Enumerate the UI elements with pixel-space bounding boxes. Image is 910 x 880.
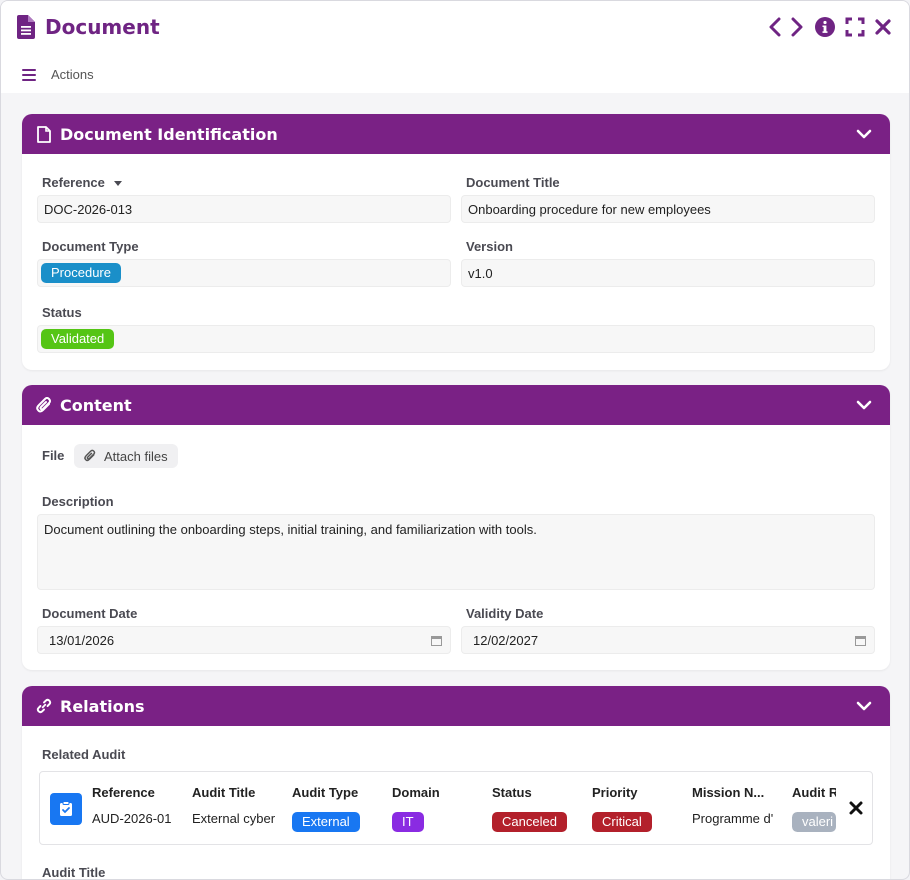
validity-date-label: Validity Date bbox=[466, 606, 544, 621]
info-icon bbox=[815, 17, 835, 37]
col-header-audit-title: Audit Title bbox=[192, 785, 256, 800]
document-date-label: Document Date bbox=[42, 606, 138, 621]
audit-response-badge: valeri bbox=[792, 812, 836, 832]
document-type-label: Document Type bbox=[42, 239, 139, 254]
file-icon bbox=[36, 125, 52, 143]
previous-button[interactable] bbox=[764, 15, 786, 39]
col-header-domain: Domain bbox=[392, 785, 440, 800]
page-title: Document bbox=[45, 15, 160, 39]
description-label: Description bbox=[42, 494, 114, 509]
identification-panel-header[interactable]: Document Identification bbox=[22, 114, 890, 154]
attach-files-button[interactable]: Attach files bbox=[74, 444, 178, 468]
info-button[interactable] bbox=[814, 15, 836, 39]
domain-badge: IT bbox=[392, 812, 424, 832]
link-icon bbox=[36, 697, 52, 715]
clipboard-check-icon bbox=[50, 793, 82, 825]
priority-badge: Critical bbox=[592, 812, 652, 832]
related-audit-label: Related Audit bbox=[42, 747, 126, 762]
status-label: Status bbox=[42, 305, 82, 320]
header: Document Actions bbox=[1, 1, 909, 93]
col-header-reference: Reference bbox=[92, 785, 155, 800]
content-panel: Content File Attach files Description Do… bbox=[22, 385, 890, 670]
col-header-status: Status bbox=[492, 785, 532, 800]
relations-panel-title: Relations bbox=[60, 696, 145, 716]
next-button[interactable] bbox=[786, 15, 808, 39]
document-title-label: Document Title bbox=[466, 175, 560, 190]
document-window: Document Actions Document Identification bbox=[0, 0, 910, 880]
reference-field[interactable]: DOC-2026-013 bbox=[37, 195, 451, 223]
chevron-right-icon bbox=[791, 17, 803, 37]
content-panel-header[interactable]: Content bbox=[22, 385, 890, 425]
chevron-down-icon[interactable] bbox=[856, 126, 872, 142]
col-header-priority: Priority bbox=[592, 785, 638, 800]
status-field[interactable]: Validated bbox=[37, 325, 875, 353]
version-field[interactable]: v1.0 bbox=[461, 259, 875, 287]
audit-reference-value: AUD-2026-01 bbox=[92, 811, 172, 826]
calendar-icon[interactable] bbox=[855, 635, 866, 646]
fullscreen-button[interactable] bbox=[844, 15, 866, 39]
validity-date-field[interactable]: 12/02/2027 bbox=[461, 626, 875, 654]
paperclip-icon bbox=[84, 449, 96, 462]
paperclip-icon bbox=[36, 396, 52, 414]
chevron-down-icon[interactable] bbox=[856, 397, 872, 413]
procedure-badge: Procedure bbox=[41, 263, 121, 283]
chevron-down-icon[interactable] bbox=[856, 698, 872, 714]
audit-title-value: External cyber bbox=[192, 811, 276, 826]
col-header-mission: Mission N... bbox=[692, 785, 765, 800]
description-field[interactable]: Document outlining the onboarding steps,… bbox=[37, 514, 875, 590]
related-audit-card[interactable]: Reference Audit Title Audit Type Domain … bbox=[39, 771, 873, 845]
actions-label[interactable]: Actions bbox=[51, 67, 94, 82]
mission-value: Programme d' bbox=[692, 811, 774, 826]
calendar-icon[interactable] bbox=[431, 635, 442, 646]
chevron-left-icon bbox=[769, 17, 781, 37]
document-icon bbox=[17, 15, 35, 39]
close-button[interactable] bbox=[872, 15, 894, 39]
status-badge: Canceled bbox=[492, 812, 567, 832]
validated-badge: Validated bbox=[41, 329, 115, 349]
content-panel-title: Content bbox=[60, 395, 132, 415]
remove-relation-icon[interactable] bbox=[848, 800, 864, 816]
actions-menu-button[interactable] bbox=[22, 69, 36, 81]
relations-panel-header[interactable]: Relations bbox=[22, 686, 890, 726]
relations-panel: Relations Related Audit Reference Audit … bbox=[22, 686, 890, 880]
col-header-audit-type: Audit Type bbox=[292, 785, 359, 800]
identification-panel: Document Identification Reference DOC-20… bbox=[22, 114, 890, 370]
audit-title-label: Audit Title bbox=[42, 865, 106, 880]
document-date-field[interactable]: 13/01/2026 bbox=[37, 626, 451, 654]
reference-label[interactable]: Reference bbox=[42, 175, 123, 190]
audit-type-badge: External bbox=[292, 812, 360, 832]
close-icon bbox=[875, 19, 891, 35]
audit-response-badge-wrap: valeri bbox=[792, 812, 836, 832]
file-label: File bbox=[42, 448, 65, 463]
identification-panel-title: Document Identification bbox=[60, 124, 278, 144]
version-label: Version bbox=[466, 239, 513, 254]
expand-icon bbox=[845, 17, 865, 37]
document-type-field[interactable]: Procedure bbox=[37, 259, 451, 287]
caret-down-icon[interactable] bbox=[113, 180, 123, 188]
col-header-audit-response: Audit R bbox=[792, 785, 836, 800]
document-title-field[interactable]: Onboarding procedure for new employees bbox=[461, 195, 875, 223]
